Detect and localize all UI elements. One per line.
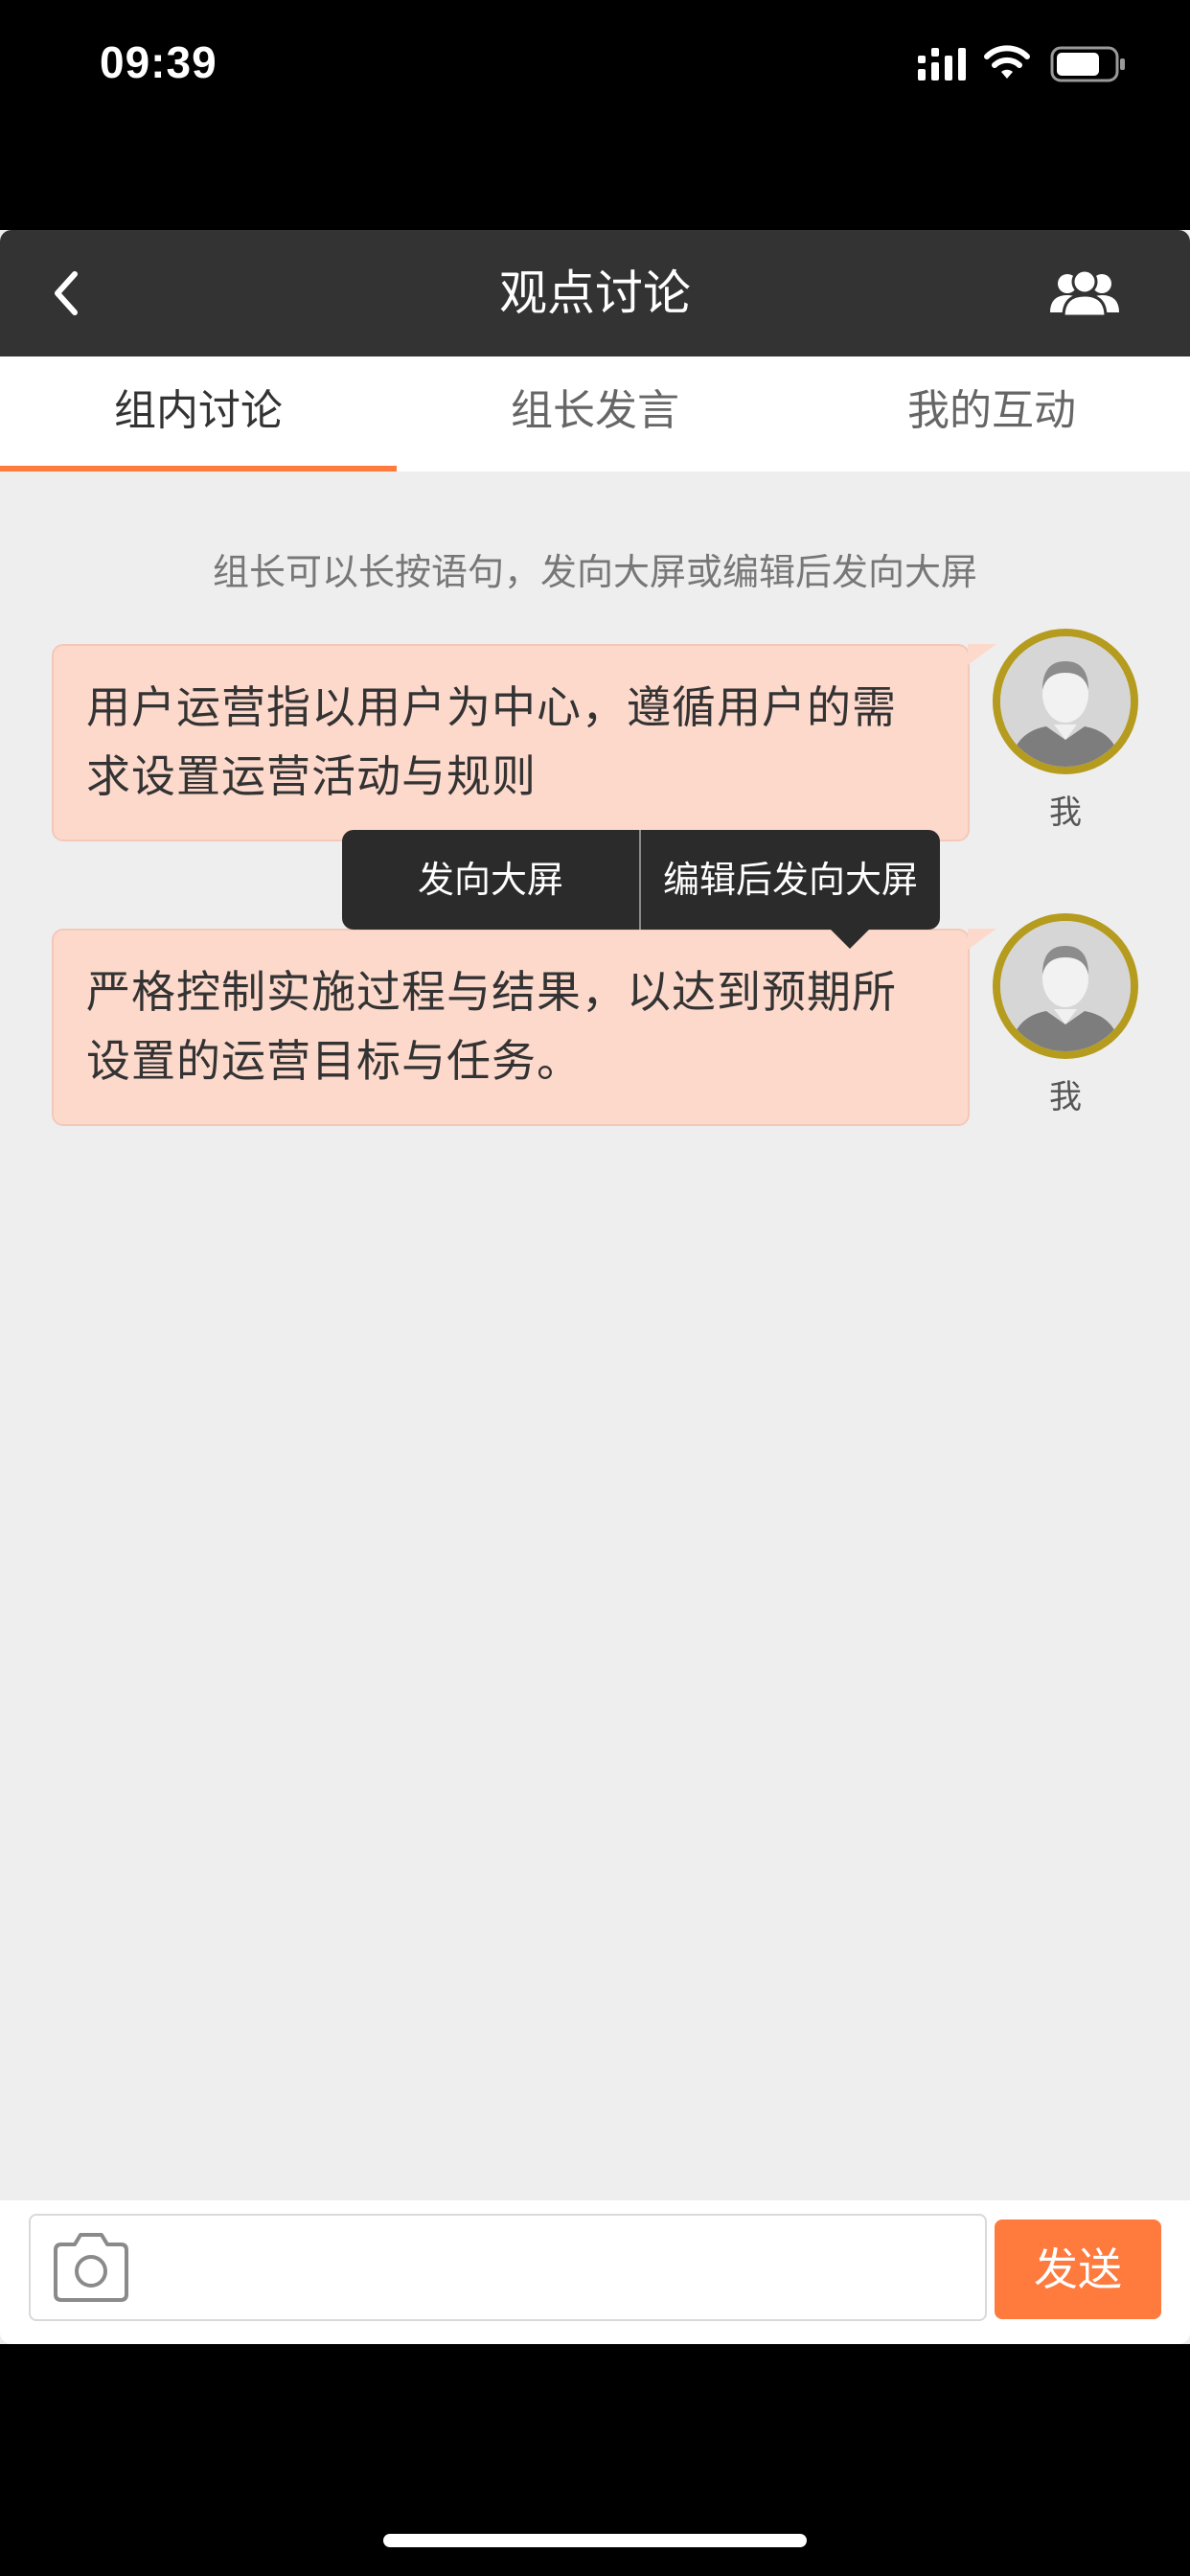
battery-icon bbox=[1050, 46, 1125, 82]
send-button[interactable]: 发送 bbox=[995, 2220, 1161, 2319]
avatar[interactable] bbox=[993, 629, 1138, 774]
status-time: 09:39 bbox=[100, 37, 217, 87]
tab-group-discussion[interactable]: 组内讨论 bbox=[0, 356, 397, 472]
status-bar: 09:39 bbox=[0, 0, 1190, 134]
input-bar: 发送 bbox=[0, 2200, 1190, 2344]
message-text-line: 设置的运营目标与任务。 bbox=[86, 1035, 582, 1087]
back-chevron-icon[interactable] bbox=[38, 264, 96, 322]
edit-and-send-to-big-screen-button[interactable]: 编辑后发向大屏 bbox=[641, 830, 940, 930]
avatar-name: 我 bbox=[1049, 794, 1082, 832]
message-bubble[interactable]: 用户运营指以用户为中心，遵循用户的需 求设置运营活动与规则 bbox=[52, 644, 996, 841]
wifi-icon bbox=[984, 45, 1030, 79]
message-text-line: 用户运营指以用户为中心，遵循用户的需 bbox=[86, 681, 897, 733]
user-avatar-icon bbox=[1000, 921, 1131, 1051]
send-to-big-screen-button[interactable]: 发向大屏 bbox=[342, 830, 639, 930]
tab-bar: 组内讨论 组长发言 我的互动 bbox=[0, 356, 1190, 472]
home-indicator bbox=[383, 2534, 807, 2547]
popup-pointer bbox=[831, 930, 869, 949]
message-text-line: 求设置运营活动与规则 bbox=[86, 750, 537, 802]
message-input[interactable] bbox=[29, 2214, 987, 2321]
tab-leader-speech[interactable]: 组长发言 bbox=[397, 356, 793, 472]
navigation-bar: 观点讨论 bbox=[0, 230, 1190, 356]
page-title: 观点讨论 bbox=[499, 265, 691, 321]
user-avatar-icon bbox=[1000, 636, 1131, 767]
group-members-icon[interactable] bbox=[1046, 264, 1123, 322]
avatar[interactable] bbox=[993, 913, 1138, 1059]
avatar-name: 我 bbox=[1049, 1078, 1082, 1116]
message-bubble[interactable]: 严格控制实施过程与结果，以达到预期所 设置的运营目标与任务。 bbox=[52, 929, 996, 1126]
app-window: 观点讨论 组内讨论 组长发言 我的互动 组长可以长按语句，发向大屏或编辑后发向大… bbox=[0, 230, 1190, 2344]
camera-icon[interactable] bbox=[48, 2229, 134, 2306]
hint-text: 组长可以长按语句，发向大屏或编辑后发向大屏 bbox=[212, 551, 977, 593]
tab-my-interaction[interactable]: 我的互动 bbox=[793, 356, 1190, 472]
message-text-line: 严格控制实施过程与结果，以达到预期所 bbox=[86, 966, 897, 1018]
cellular-signal-icon bbox=[918, 48, 966, 80]
message-action-popup: 发向大屏 编辑后发向大屏 bbox=[342, 830, 940, 949]
